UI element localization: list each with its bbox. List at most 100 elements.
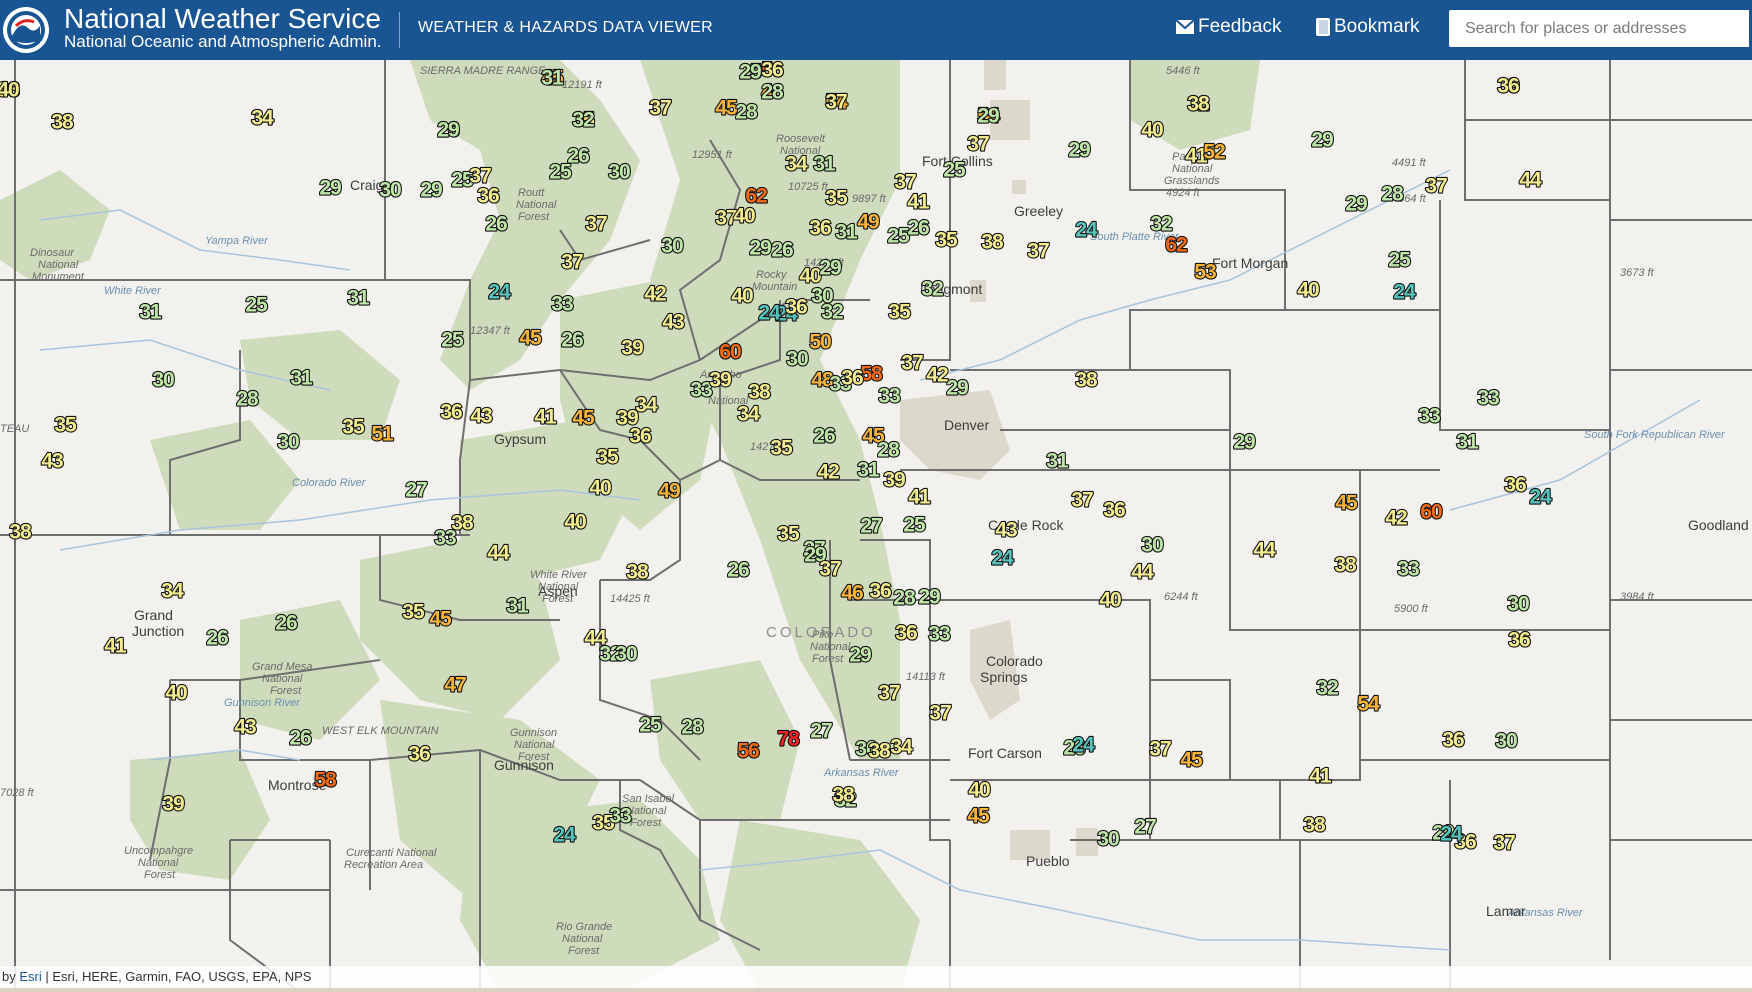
gust-value-label[interactable]: 37 xyxy=(560,249,585,274)
gust-value-label[interactable]: 24 xyxy=(552,822,578,847)
gust-value-label[interactable]: 41 xyxy=(103,633,129,658)
gust-value-label[interactable]: 28 xyxy=(892,585,918,610)
gust-value-label[interactable]: 30 xyxy=(1096,826,1121,851)
search-input[interactable] xyxy=(1449,10,1749,47)
gust-value-label[interactable]: 26 xyxy=(726,557,751,582)
gust-value-label[interactable]: 45 xyxy=(1179,747,1205,772)
gust-value-label[interactable]: 45 xyxy=(966,803,992,828)
gust-value-label[interactable]: 25 xyxy=(548,159,574,184)
gust-value-label[interactable]: 30 xyxy=(378,177,403,202)
gust-value-label[interactable]: 37 xyxy=(1026,238,1051,263)
gust-value-label[interactable]: 37 xyxy=(1492,830,1517,855)
gust-value-label[interactable]: 38 xyxy=(1302,812,1328,837)
gust-value-label[interactable]: 24 xyxy=(1074,217,1100,242)
gust-value-label[interactable]: 31 xyxy=(540,65,566,90)
nws-logo-icon[interactable] xyxy=(2,6,50,54)
gust-value-label[interactable]: 35 xyxy=(341,414,367,439)
gust-value-label[interactable]: 37 xyxy=(928,700,953,725)
gust-value-label[interactable]: 38 xyxy=(8,519,34,544)
gust-value-label[interactable]: 43 xyxy=(994,517,1019,542)
gust-value-label[interactable]: 29 xyxy=(738,60,763,85)
gust-value-label[interactable]: 44 xyxy=(1252,537,1278,562)
gust-value-label[interactable]: 31 xyxy=(834,219,860,244)
gust-value-label[interactable]: 43 xyxy=(233,714,258,739)
gust-value-label[interactable]: 25 xyxy=(638,712,664,737)
gust-value-label[interactable]: 33 xyxy=(877,383,902,408)
gust-value-label[interactable]: 54 xyxy=(1356,691,1382,716)
gust-value-label[interactable]: 29 xyxy=(848,642,873,667)
gust-value-label[interactable]: 38 xyxy=(867,738,893,763)
gust-value-label[interactable]: 27 xyxy=(809,718,834,743)
gust-value-label[interactable]: 41 xyxy=(533,404,559,429)
gust-value-label[interactable]: 39 xyxy=(708,367,733,392)
gust-value-label[interactable]: 58 xyxy=(313,767,339,792)
gust-value-label[interactable]: 38 xyxy=(747,379,773,404)
gust-value-label[interactable]: 36 xyxy=(439,399,464,424)
gust-value-label[interactable]: 37 xyxy=(1424,173,1449,198)
gust-value-label[interactable]: 38 xyxy=(1186,91,1212,116)
gust-value-label[interactable]: 32 xyxy=(571,107,596,132)
gust-value-label[interactable]: 37 xyxy=(900,350,925,375)
gust-value-label[interactable]: 29 xyxy=(436,117,461,142)
gust-value-label[interactable]: 49 xyxy=(657,478,682,503)
gust-value-label[interactable]: 25 xyxy=(244,292,270,317)
gust-value-label[interactable]: 34 xyxy=(784,151,810,176)
gust-value-label[interactable]: 38 xyxy=(1333,552,1359,577)
gust-value-label[interactable]: 34 xyxy=(250,105,276,130)
gust-value-label[interactable]: 60 xyxy=(1419,499,1444,524)
gust-value-label[interactable]: 26 xyxy=(770,237,795,262)
gust-value-label[interactable]: 37 xyxy=(966,131,991,156)
gust-value-label[interactable]: 38 xyxy=(625,559,651,584)
gust-value-label[interactable]: 35 xyxy=(401,599,427,624)
gust-value-label[interactable]: 34 xyxy=(160,578,186,603)
gust-value-label[interactable]: 26 xyxy=(205,625,230,650)
gust-value-label[interactable]: 28 xyxy=(876,437,902,462)
gust-value-label[interactable]: 33 xyxy=(608,803,633,828)
gust-value-label[interactable]: 43 xyxy=(469,403,494,428)
gust-value-label[interactable]: 34 xyxy=(634,392,660,417)
gust-value-label[interactable]: 38 xyxy=(1074,367,1100,392)
gust-value-label[interactable]: 51 xyxy=(370,421,396,446)
gust-value-label[interactable]: 40 xyxy=(164,680,189,705)
gust-value-label[interactable]: 36 xyxy=(1496,73,1521,98)
gust-value-label[interactable]: 40 xyxy=(0,77,21,102)
gust-value-label[interactable]: 37 xyxy=(648,95,673,120)
gust-value-label[interactable]: 26 xyxy=(484,211,509,236)
gust-value-label[interactable]: 33 xyxy=(1396,556,1421,581)
gust-value-label[interactable]: 53 xyxy=(1193,259,1218,284)
gust-value-label[interactable]: 29 xyxy=(1232,429,1257,454)
gust-value-label[interactable]: 26 xyxy=(288,725,313,750)
gust-value-label[interactable]: 28 xyxy=(680,714,706,739)
gust-value-label[interactable]: 30 xyxy=(785,346,810,371)
gust-value-label[interactable]: 38 xyxy=(450,510,476,535)
gust-value-label[interactable]: 45 xyxy=(571,405,597,430)
gust-value-label[interactable]: 25 xyxy=(1387,247,1413,272)
gust-value-label[interactable]: 30 xyxy=(607,159,632,184)
gust-value-label[interactable]: 33 xyxy=(550,291,575,316)
gust-value-label[interactable]: 29 xyxy=(818,255,843,280)
gust-value-label[interactable]: 37 xyxy=(818,556,843,581)
gust-value-label[interactable]: 27 xyxy=(859,513,884,538)
gust-value-label[interactable]: 38 xyxy=(50,109,76,134)
gust-value-label[interactable]: 25 xyxy=(440,327,466,352)
gust-value-label[interactable]: 32 xyxy=(1315,675,1340,700)
esri-link[interactable]: Esri xyxy=(19,969,41,984)
gust-value-label[interactable]: 31 xyxy=(1455,429,1481,454)
gust-value-label[interactable]: 40 xyxy=(1098,587,1123,612)
gust-value-label[interactable]: 35 xyxy=(824,185,850,210)
gust-value-label[interactable]: 26 xyxy=(812,423,837,448)
gust-value-label[interactable]: 33 xyxy=(927,621,952,646)
gust-value-label[interactable]: 56 xyxy=(736,738,761,763)
gust-value-label[interactable]: 31 xyxy=(289,365,315,390)
gust-value-label[interactable]: 36 xyxy=(894,620,919,645)
gust-value-label[interactable]: 36 xyxy=(1441,727,1466,752)
gust-value-label[interactable]: 40 xyxy=(588,475,613,500)
gust-value-label[interactable]: 47 xyxy=(443,672,468,697)
gust-value-label[interactable]: 45 xyxy=(1334,490,1360,515)
gust-value-label[interactable]: 36 xyxy=(760,60,785,83)
gust-value-label[interactable]: 28 xyxy=(760,79,786,104)
gust-value-label[interactable]: 30 xyxy=(660,233,685,258)
gust-value-label[interactable]: 29 xyxy=(917,584,942,609)
gust-value-label[interactable]: 30 xyxy=(276,429,301,454)
gust-value-label[interactable]: 33 xyxy=(1417,403,1442,428)
